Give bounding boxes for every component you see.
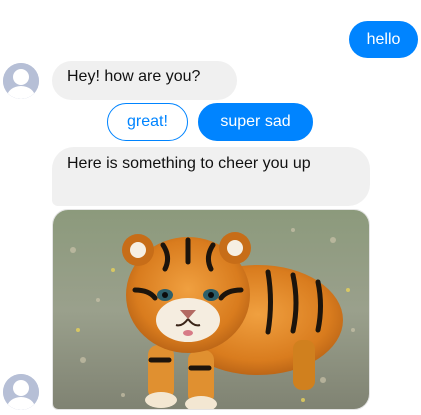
tiger-cub-image[interactable]	[52, 209, 370, 410]
bot-avatar-icon	[3, 374, 39, 410]
incoming-message-bubble: Here is something to cheer you up	[52, 147, 370, 206]
outgoing-message-bubble: hello	[349, 21, 418, 58]
bot-avatar-icon	[3, 63, 39, 99]
quick-reply-super-sad-button[interactable]: super sad	[198, 103, 313, 141]
quick-reply-great-button[interactable]: great!	[107, 103, 188, 141]
chat-thread: hello Hey! how are you? great! super sad…	[0, 0, 421, 415]
incoming-message-bubble: Hey! how are you?	[52, 61, 237, 100]
